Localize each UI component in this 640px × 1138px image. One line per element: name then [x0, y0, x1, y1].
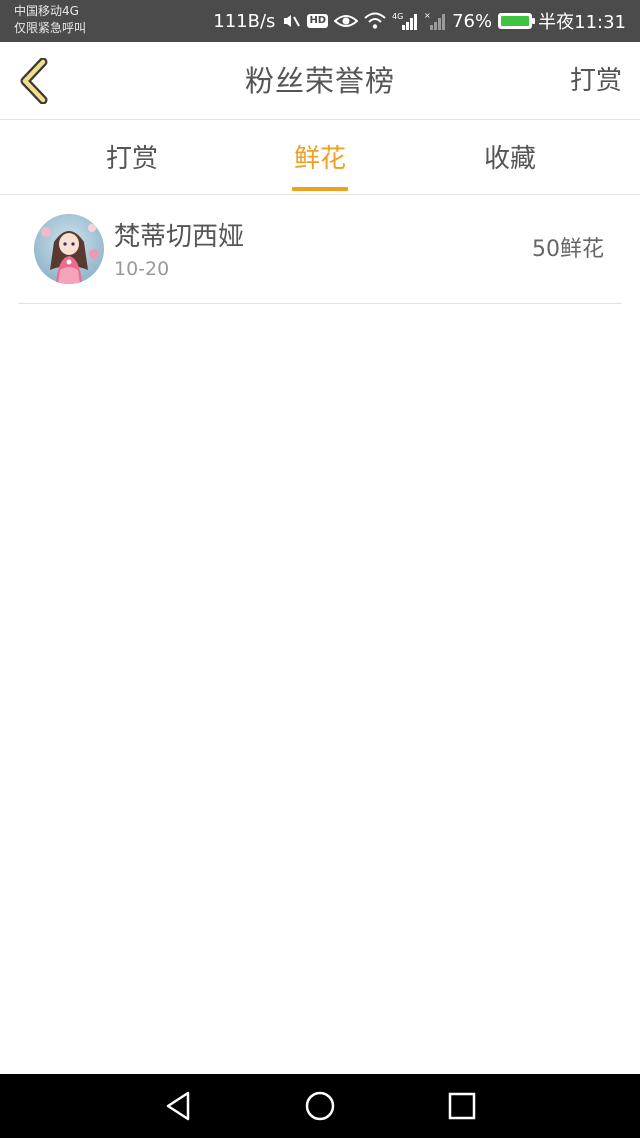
system-nav-bar	[0, 1074, 640, 1138]
avatar	[34, 214, 104, 284]
chevron-left-icon	[20, 58, 48, 104]
active-tab-indicator	[292, 187, 348, 191]
tab-bar: 打赏 鲜花 收藏	[0, 121, 640, 195]
list-item[interactable]: 梵蒂切西娅 10-20 50鲜花	[18, 196, 622, 304]
back-button[interactable]	[12, 56, 56, 106]
svg-text:×: ×	[424, 11, 431, 20]
nav-recent-button[interactable]	[432, 1074, 492, 1138]
tab-flowers-label: 鲜花	[293, 144, 346, 174]
status-bar: 中国移动4G 仅限紧急呼叫 111B/s HD 4G × 76% 半夜11:31	[0, 0, 640, 42]
item-date: 10-20	[114, 258, 170, 280]
battery-percent: 76%	[452, 10, 493, 32]
signal-off-icon: ×	[424, 11, 446, 31]
recent-square-icon	[448, 1092, 476, 1120]
page-title: 粉丝荣誉榜	[244, 64, 395, 98]
clock: 半夜11:31	[538, 12, 626, 33]
tab-favorites[interactable]: 收藏	[440, 121, 580, 195]
tab-flowers[interactable]: 鲜花	[250, 121, 390, 195]
carrier-name: 中国移动4G	[14, 4, 79, 18]
flower-amount: 50鲜花	[532, 237, 604, 262]
net-speed: 111B/s	[213, 10, 276, 32]
status-indicators: 111B/s HD 4G × 76% 半夜11:31	[213, 0, 626, 42]
network-type-label: 4G	[392, 12, 403, 21]
fan-name: 梵蒂切西娅	[114, 222, 245, 252]
wifi-icon	[364, 12, 386, 30]
app-header: 粉丝荣誉榜 打赏	[0, 42, 640, 120]
eye-icon	[334, 12, 359, 30]
carrier-info: 中国移动4G 仅限紧急呼叫	[14, 3, 86, 37]
emergency-calls-text: 仅限紧急呼叫	[14, 21, 87, 35]
reward-action-button[interactable]: 打赏	[570, 42, 622, 120]
hd-icon: HD	[307, 14, 329, 28]
mute-icon	[281, 11, 301, 31]
nav-back-button[interactable]	[148, 1074, 208, 1138]
battery-icon	[498, 13, 536, 29]
back-triangle-icon	[166, 1091, 190, 1121]
home-circle-icon	[305, 1091, 335, 1121]
fan-ranking-list: 梵蒂切西娅 10-20 50鲜花	[18, 196, 622, 304]
signal-icon: 4G	[392, 11, 418, 31]
nav-home-button[interactable]	[290, 1074, 350, 1138]
tab-reward[interactable]: 打赏	[62, 121, 202, 195]
